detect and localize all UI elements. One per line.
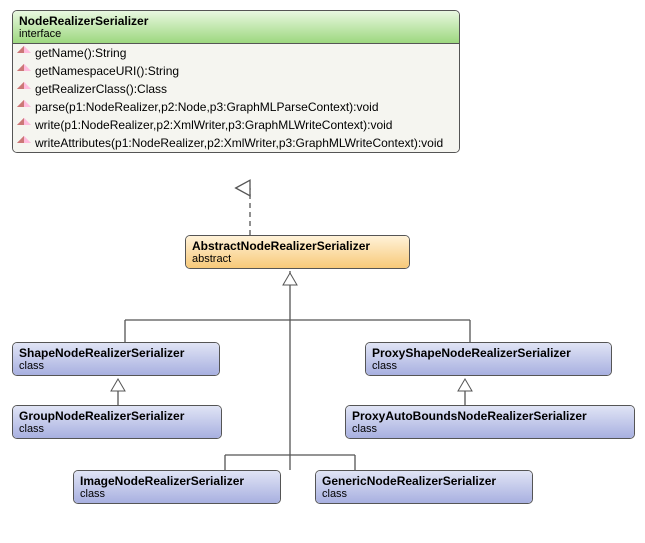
method-signature: getRealizerClass():Class [35,82,167,96]
method: parse(p1:NodeRealizer,p2:Node,p3:GraphML… [13,98,459,116]
interface-stereotype: interface [19,28,453,40]
generic-class-box: GenericNodeRealizerSerializer class [315,470,533,504]
class-stereotype: class [19,360,213,372]
uml-diagram: NodeRealizerSerializer interface getName… [10,10,635,530]
class-header: GroupNodeRealizerSerializer class [13,406,221,438]
shape-class-box: ShapeNodeRealizerSerializer class [12,342,220,376]
group-class-box: GroupNodeRealizerSerializer class [12,405,222,439]
class-title: ProxyAutoBoundsNodeRealizerSerializer [352,409,628,423]
method: writeAttributes(p1:NodeRealizer,p2:XmlWr… [13,134,459,152]
method: write(p1:NodeRealizer,p2:XmlWriter,p3:Gr… [13,116,459,134]
class-title: GenericNodeRealizerSerializer [322,474,526,488]
class-header: GenericNodeRealizerSerializer class [316,471,532,503]
method-icon [19,102,29,112]
class-header: ImageNodeRealizerSerializer class [74,471,280,503]
method-icon [19,48,29,58]
method-icon [19,84,29,94]
class-header: ShapeNodeRealizerSerializer class [13,343,219,375]
interface-title: NodeRealizerSerializer [19,14,453,28]
interface-methods: getName():String getNamespaceURI():Strin… [13,44,459,152]
class-title: ImageNodeRealizerSerializer [80,474,274,488]
method-icon [19,120,29,130]
class-header: ProxyAutoBoundsNodeRealizerSerializer cl… [346,406,634,438]
proxyauto-class-box: ProxyAutoBoundsNodeRealizerSerializer cl… [345,405,635,439]
class-title: ShapeNodeRealizerSerializer [19,346,213,360]
class-stereotype: class [322,488,526,500]
abstract-box: AbstractNodeRealizerSerializer abstract [185,235,410,269]
abstract-title: AbstractNodeRealizerSerializer [192,239,403,253]
class-stereotype: class [352,423,628,435]
image-class-box: ImageNodeRealizerSerializer class [73,470,281,504]
class-title: GroupNodeRealizerSerializer [19,409,215,423]
method-signature: write(p1:NodeRealizer,p2:XmlWriter,p3:Gr… [35,118,392,132]
class-header: ProxyShapeNodeRealizerSerializer class [366,343,611,375]
method: getRealizerClass():Class [13,80,459,98]
interface-box: NodeRealizerSerializer interface getName… [12,10,460,153]
proxyshape-class-box: ProxyShapeNodeRealizerSerializer class [365,342,612,376]
abstract-header: AbstractNodeRealizerSerializer abstract [186,236,409,268]
class-title: ProxyShapeNodeRealizerSerializer [372,346,605,360]
class-stereotype: class [372,360,605,372]
class-stereotype: class [80,488,274,500]
method-signature: parse(p1:NodeRealizer,p2:Node,p3:GraphML… [35,100,379,114]
method: getName():String [13,44,459,62]
method-signature: writeAttributes(p1:NodeRealizer,p2:XmlWr… [35,136,443,150]
interface-header: NodeRealizerSerializer interface [13,11,459,44]
method-signature: getNamespaceURI():String [35,64,179,78]
class-stereotype: class [19,423,215,435]
method: getNamespaceURI():String [13,62,459,80]
method-icon [19,138,29,148]
method-signature: getName():String [35,46,126,60]
abstract-stereotype: abstract [192,253,403,265]
method-icon [19,66,29,76]
